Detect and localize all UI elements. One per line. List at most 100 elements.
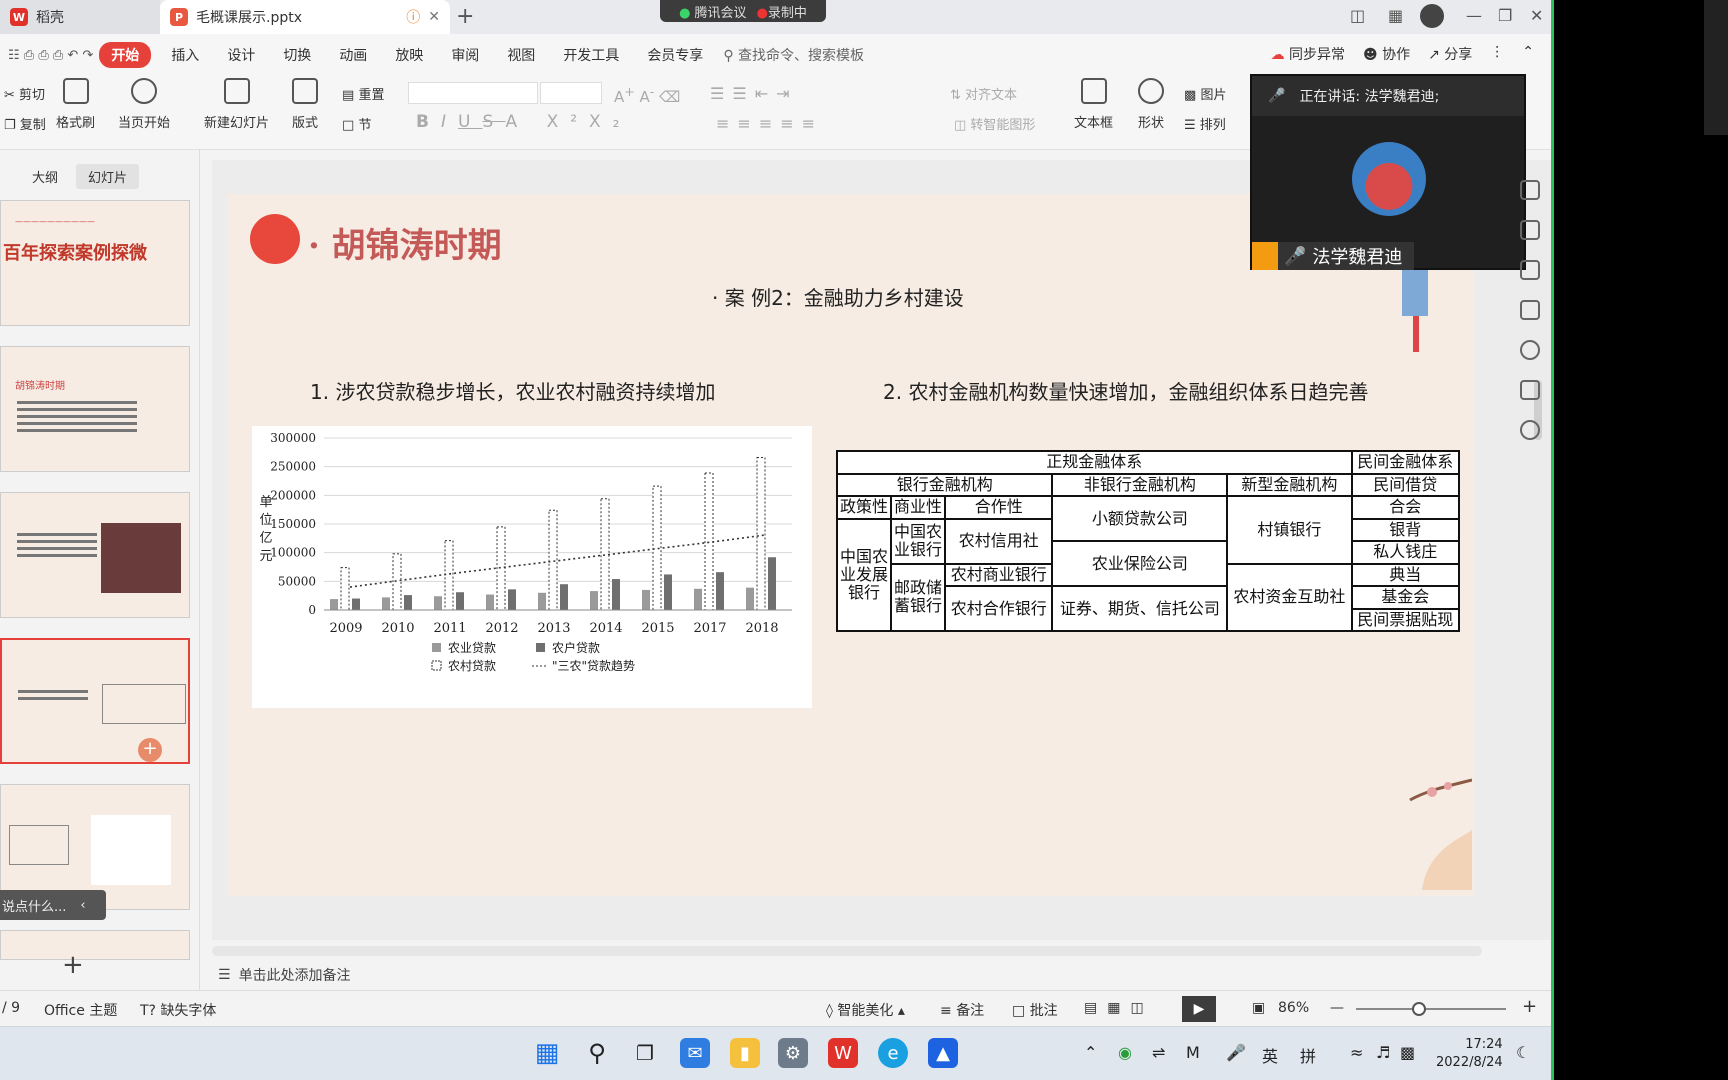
layout-button[interactable]: 版式 bbox=[292, 78, 318, 131]
collapse-ribbon-icon[interactable]: ⌃ bbox=[1522, 44, 1534, 64]
loan-chart[interactable]: 0 50000 100000 150000 200000 250000 300000 单位亿元… bbox=[252, 426, 812, 708]
view-mode-icons[interactable]: ▤▦◫ bbox=[1084, 1000, 1154, 1016]
reset-button[interactable]: ▤ 重置 bbox=[342, 84, 384, 103]
command-search[interactable]: ⚲ 查找命令、搜索模板 bbox=[723, 45, 864, 65]
horizontal-scrollbar[interactable] bbox=[212, 946, 1482, 956]
menu-animation[interactable]: 动画 bbox=[325, 45, 381, 65]
slide-subtitle[interactable]: · 案 例2：金融助力乡村建设 bbox=[712, 282, 964, 311]
tab-daoke[interactable]: W 稻壳 bbox=[0, 0, 160, 34]
wps-taskbar-icon[interactable]: W bbox=[828, 1038, 858, 1068]
notes-bar[interactable]: ☰ 单击此处添加备注 bbox=[212, 962, 1554, 988]
edge-browser-icon[interactable]: e bbox=[878, 1038, 908, 1068]
notification-icon[interactable]: ☾ bbox=[1516, 1043, 1530, 1062]
beautify-button[interactable]: ◊ 智能美化 ▴ bbox=[826, 1000, 905, 1020]
align-text-button[interactable]: ⇅ 对齐文本 bbox=[950, 84, 1017, 103]
battery-icon[interactable]: ▩ bbox=[1400, 1043, 1415, 1062]
chevron-left-icon[interactable]: ‹ bbox=[80, 898, 85, 913]
smart-shape-button[interactable]: ◫ 转智能图形 bbox=[954, 114, 1035, 133]
wifi-icon[interactable]: ≈ bbox=[1350, 1043, 1363, 1062]
missing-font-button[interactable]: T? 缺失字体 bbox=[140, 1000, 216, 1020]
tab-slides[interactable]: 幻灯片 bbox=[76, 164, 140, 189]
add-slide-inline-icon[interactable]: + bbox=[138, 738, 162, 762]
sidebar-adjust-icon[interactable] bbox=[1520, 220, 1540, 240]
zoom-in-button[interactable]: + bbox=[1522, 996, 1537, 1017]
slide-thumbnail-3[interactable] bbox=[0, 492, 190, 618]
new-slide-button[interactable]: 新建幻灯片 bbox=[204, 78, 269, 131]
picture-button[interactable]: ▩ 图片 bbox=[1184, 84, 1226, 103]
font-family-select[interactable] bbox=[408, 82, 538, 104]
zoom-slider-handle[interactable] bbox=[1412, 1002, 1426, 1016]
zoom-level[interactable]: 86% bbox=[1278, 1000, 1309, 1016]
font-style-buttons[interactable]: BIUSA X²X₂ bbox=[416, 112, 632, 132]
fit-window-icon[interactable]: ▣ bbox=[1252, 1000, 1265, 1016]
share-button[interactable]: ↗ 分享 bbox=[1428, 44, 1472, 64]
network-settings-icon[interactable]: ⇌ bbox=[1152, 1043, 1165, 1062]
close-window-icon[interactable]: ✕ bbox=[1530, 6, 1543, 25]
tab-pptx[interactable]: P 毛概课展示.pptx ⓘ ✕ bbox=[160, 0, 450, 34]
zoom-out-button[interactable]: — bbox=[1330, 1000, 1344, 1016]
menu-slideshow[interactable]: 放映 bbox=[381, 45, 437, 65]
textbox-button[interactable]: 文本框 bbox=[1074, 78, 1113, 131]
font-size-select[interactable] bbox=[540, 82, 602, 104]
zoom-slider[interactable] bbox=[1356, 1008, 1506, 1010]
menu-view[interactable]: 视图 bbox=[493, 45, 549, 65]
menu-design[interactable]: 设计 bbox=[213, 45, 269, 65]
meeting-video-window[interactable]: 🎤 正在讲话: 法学魏君迪; 🎤 法学魏君迪 bbox=[1250, 74, 1526, 270]
play-current-button[interactable]: 当页开始 bbox=[118, 78, 170, 131]
menu-start[interactable]: 开始 bbox=[99, 42, 152, 68]
notes-toggle-button[interactable]: ≡ 备注 bbox=[940, 1000, 984, 1020]
point-1[interactable]: 1. 涉农贷款稳步增长，农业农村融资持续增加 bbox=[310, 376, 715, 405]
comment-toggle-button[interactable]: □ 批注 bbox=[1012, 1000, 1058, 1020]
point-2[interactable]: 2. 农村金融机构数量快速增加，金融组织体系日趋完善 bbox=[883, 376, 1368, 405]
meeting-indicator[interactable]: ● 腾讯会议 ●录制中 bbox=[660, 0, 826, 22]
list-buttons[interactable]: ☰☰⇤⇥ bbox=[710, 84, 798, 103]
collab-button[interactable]: ☻ 协作 bbox=[1363, 44, 1410, 64]
user-avatar[interactable] bbox=[1420, 4, 1444, 28]
section-button[interactable]: □ 节 bbox=[342, 114, 371, 133]
add-tab-button[interactable]: + bbox=[456, 4, 474, 29]
sidebar-star-icon[interactable] bbox=[1520, 260, 1540, 280]
more-icon[interactable]: ⋮ bbox=[1490, 44, 1504, 64]
task-view-icon[interactable]: ❐ bbox=[630, 1038, 660, 1068]
slide-thumbnail-6[interactable] bbox=[0, 930, 190, 960]
layout-icon[interactable]: ◫ bbox=[1350, 6, 1365, 25]
menu-insert[interactable]: 插入 bbox=[157, 45, 213, 65]
menu-developer[interactable]: 开发工具 bbox=[549, 45, 633, 65]
arrange-button[interactable]: ☰ 排列 bbox=[1184, 114, 1226, 133]
slide-thumbnail-2[interactable]: 胡锦涛时期 bbox=[0, 346, 190, 472]
system-clock[interactable]: 17:24 2022/8/24 bbox=[1436, 1036, 1503, 1072]
app-tray-icon[interactable]: M bbox=[1186, 1043, 1200, 1062]
tray-overflow-icon[interactable]: ⌃ bbox=[1084, 1043, 1097, 1062]
file-explorer-icon[interactable]: ▮ bbox=[730, 1038, 760, 1068]
slide-thumbnail-4[interactable]: + bbox=[0, 638, 190, 764]
font-size-buttons[interactable]: A+ A- ⌫ bbox=[614, 84, 680, 106]
slide-title[interactable]: · 胡锦涛时期 bbox=[308, 218, 502, 267]
close-tab-icon[interactable]: ✕ bbox=[428, 9, 440, 25]
apps-grid-icon[interactable]: ▦ bbox=[1388, 6, 1403, 25]
microphone-tray-icon[interactable]: 🎤 bbox=[1226, 1043, 1246, 1062]
sidebar-copy-icon[interactable] bbox=[1520, 300, 1540, 320]
menu-member[interactable]: 会员专享 bbox=[633, 45, 717, 65]
slide-thumbnail-1[interactable]: —————————— 百年探索案例探微 bbox=[0, 200, 190, 326]
shape-button[interactable]: 形状 bbox=[1138, 78, 1164, 131]
slideshow-play-button[interactable]: ▶ bbox=[1182, 996, 1216, 1022]
add-slide-button[interactable]: + bbox=[62, 950, 84, 980]
slide[interactable]: · 胡锦涛时期 · 案 例2：金融助力乡村建设 1. 涉农贷款稳步增长，农业农村… bbox=[228, 194, 1474, 896]
tencent-meeting-icon[interactable]: ▲ bbox=[928, 1038, 958, 1068]
search-icon[interactable]: ⚲ bbox=[582, 1038, 612, 1068]
comment-input[interactable]: 说点什么... ‹ bbox=[0, 890, 106, 920]
restore-icon[interactable]: ❐ bbox=[1498, 6, 1512, 25]
menu-transition[interactable]: 切换 bbox=[269, 45, 325, 65]
volume-icon[interactable]: ♬ bbox=[1376, 1043, 1390, 1062]
tab-outline[interactable]: 大纲 bbox=[20, 164, 70, 189]
notes-placeholder[interactable]: 单击此处添加备注 bbox=[239, 965, 351, 985]
security-tray-icon[interactable]: ◉ bbox=[1118, 1043, 1132, 1062]
sidebar-compass-icon[interactable] bbox=[1520, 420, 1540, 440]
finance-system-table[interactable]: 正规金融体系 民间金融体系 银行金融机构 非银行金融机构 新型金融机构 民间借贷… bbox=[835, 450, 1461, 632]
cut-button[interactable]: ✂ 剪切 bbox=[4, 84, 45, 103]
copy-button[interactable]: ❐ 复制 bbox=[4, 114, 46, 133]
minimize-icon[interactable]: — bbox=[1466, 6, 1482, 25]
quick-access-icons[interactable]: ☷ ⎙ ⎙ ⎙ ↶ ↷ bbox=[8, 48, 93, 63]
start-menu-icon[interactable]: ▦ bbox=[532, 1038, 562, 1068]
format-painter-button[interactable]: 格式刷 bbox=[56, 78, 95, 131]
